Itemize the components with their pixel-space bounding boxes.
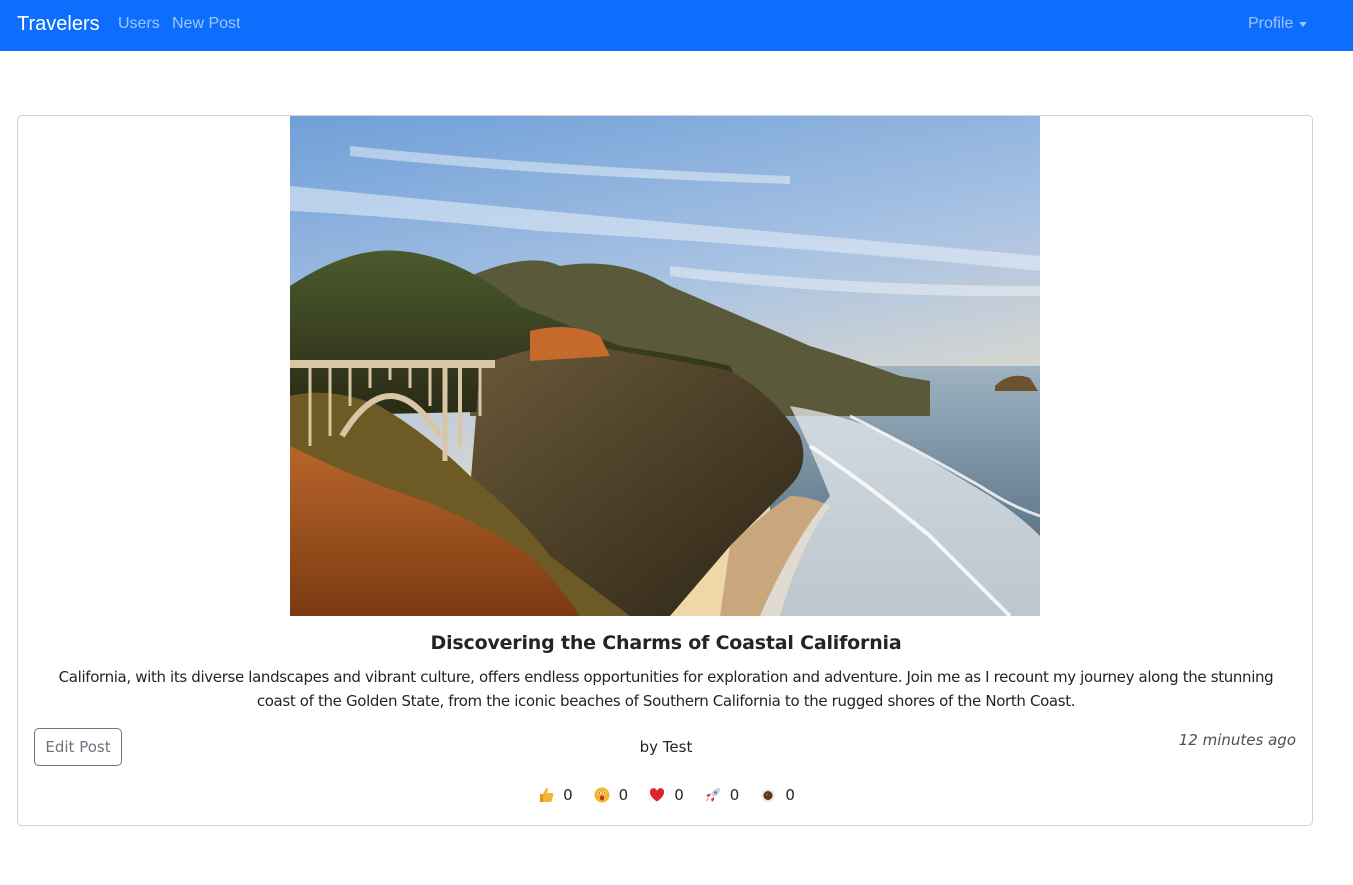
post-author: by Test	[639, 738, 693, 756]
rocket-icon	[704, 786, 722, 804]
reaction-count: 0	[618, 786, 629, 804]
reaction-count: 0	[729, 786, 740, 804]
brand-link[interactable]: Travelers	[17, 12, 100, 36]
reaction-surprised-button[interactable]: 0	[591, 786, 631, 804]
reaction-count: 0	[563, 786, 573, 804]
coffee-icon	[759, 786, 777, 804]
profile-dropdown-toggle[interactable]: Profile	[1248, 15, 1308, 33]
surprised-face-icon	[593, 786, 611, 804]
reaction-bar: 0 0 0 0 0	[18, 786, 1314, 804]
reaction-heart-button[interactable]: 0	[646, 786, 686, 804]
chevron-down-icon	[1299, 21, 1308, 27]
post-image	[290, 116, 1040, 616]
reaction-thumbs-up-button[interactable]: 0	[535, 786, 575, 804]
nav-users-link[interactable]: Users	[118, 15, 160, 33]
reaction-rocket-button[interactable]: 0	[702, 786, 742, 804]
post-timestamp: 12 minutes ago	[1178, 731, 1296, 749]
heart-icon	[648, 786, 666, 804]
profile-label: Profile	[1248, 15, 1294, 32]
thumbs-up-icon	[537, 786, 555, 804]
nav-new-post-link[interactable]: New Post	[172, 15, 240, 33]
post-title: Discovering the Charms of Coastal Califo…	[430, 632, 902, 654]
reaction-count: 0	[785, 786, 795, 804]
top-navbar: Travelers Users New Post Profile	[0, 0, 1353, 51]
reaction-coffee-button[interactable]: 0	[757, 786, 797, 804]
post-body-text: California, with its diverse landscapes …	[58, 668, 1274, 710]
reaction-count: 0	[674, 786, 684, 804]
post-card: Discovering the Charms of Coastal Califo…	[17, 115, 1313, 826]
